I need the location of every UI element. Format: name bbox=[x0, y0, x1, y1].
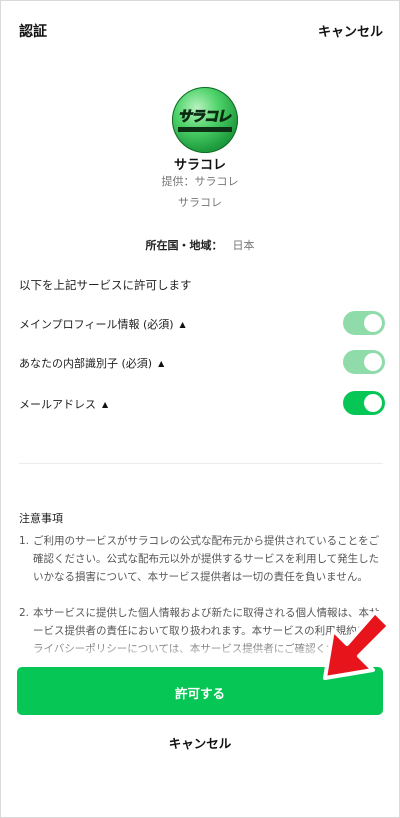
permission-label-text: メールアドレス bbox=[19, 398, 96, 411]
header: 認証 キャンセル bbox=[1, 1, 399, 59]
auth-screen: 認証 キャンセル サラコレ サラコレ 提供：サラコレ サラコレ 所在国・地域： 日… bbox=[0, 0, 400, 818]
header-cancel-button[interactable]: キャンセル bbox=[318, 21, 383, 40]
region-row: 所在国・地域： 日本 bbox=[1, 237, 399, 253]
region-label: 所在国・地域： bbox=[145, 239, 223, 252]
note-text: ご利用のサービスがサラコレの公式な配布元から提供されていることをご確認ください。… bbox=[33, 535, 380, 583]
chevron-up-icon: ▲ bbox=[158, 359, 165, 368]
service-logo: サラコレ bbox=[172, 87, 238, 153]
permission-label[interactable]: あなたの内部識別子 (必須) ▲ bbox=[19, 355, 164, 371]
toggle-knob bbox=[364, 353, 382, 371]
permission-label[interactable]: メールアドレス ▲ bbox=[19, 396, 108, 412]
region-value: 日本 bbox=[232, 239, 255, 252]
permission-label-text: あなたの内部識別子 (必須) bbox=[19, 357, 153, 370]
permissions-heading: 以下を上記サービスに許可します bbox=[19, 278, 192, 292]
notes-title: 注意事項 bbox=[19, 512, 63, 525]
toggle-knob bbox=[364, 394, 382, 412]
toggle-knob bbox=[364, 314, 382, 332]
permission-toggle-main-profile[interactable] bbox=[343, 311, 385, 335]
red-arrow-icon bbox=[323, 610, 391, 680]
permission-row-internal-id: あなたの内部識別子 (必須) ▲ bbox=[19, 350, 385, 376]
divider bbox=[19, 463, 383, 464]
chevron-up-icon: ▲ bbox=[179, 320, 186, 329]
service-logo-text: サラコレ bbox=[177, 109, 233, 126]
note-number: 1. bbox=[19, 535, 30, 547]
chevron-up-icon: ▲ bbox=[102, 400, 109, 409]
provider-label: 提供：サラコレ bbox=[161, 175, 239, 188]
provider-name: サラコレ bbox=[178, 196, 222, 209]
note-item: 1. ご利用のサービスがサラコレの公式な配布元から提供されていることをご確認くだ… bbox=[19, 532, 385, 586]
permission-row-main-profile: メインプロフィール情報 (必須) ▲ bbox=[19, 311, 385, 337]
permission-toggle-email[interactable] bbox=[343, 391, 385, 415]
permission-toggle-internal-id[interactable] bbox=[343, 350, 385, 374]
permission-label-text: メインプロフィール情報 (必須) bbox=[19, 318, 174, 331]
permission-row-email: メールアドレス ▲ bbox=[19, 391, 385, 417]
logo-band bbox=[178, 127, 232, 132]
note-number: 2. bbox=[19, 607, 30, 619]
service-name: サラコレ bbox=[173, 158, 226, 173]
permission-label[interactable]: メインプロフィール情報 (必須) ▲ bbox=[19, 316, 186, 332]
cancel-button[interactable]: キャンセル bbox=[1, 733, 399, 752]
page-title: 認証 bbox=[19, 24, 47, 40]
